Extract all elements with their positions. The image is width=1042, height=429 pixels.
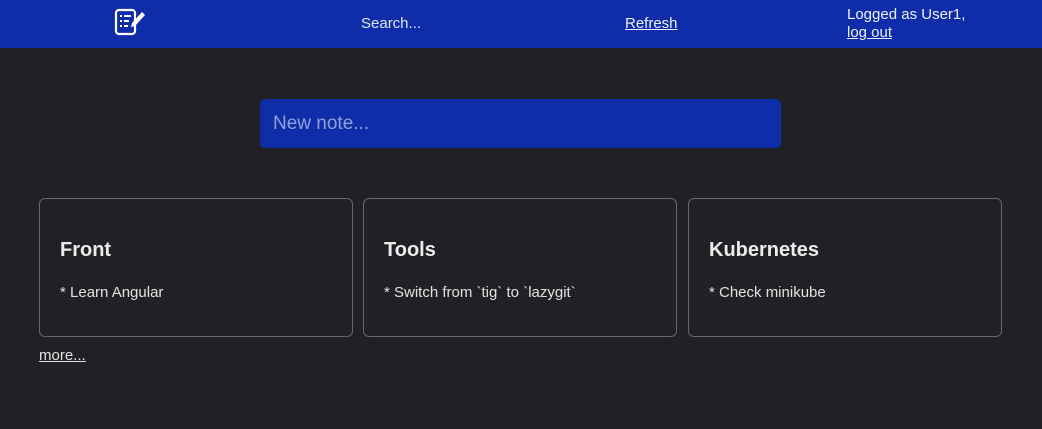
note-card[interactable]: Tools * Switch from `tig` to `lazygit` [363, 198, 677, 337]
search-field[interactable]: Search... [361, 15, 421, 32]
new-note-input[interactable] [260, 99, 781, 148]
note-card[interactable]: Front * Learn Angular [39, 198, 353, 337]
note-body: * Learn Angular [60, 284, 164, 301]
note-title: Front [60, 239, 112, 261]
note-body: * Check minikube [709, 284, 826, 301]
user-info: Logged as User1, log out [847, 6, 965, 42]
top-navbar: Search... Refresh Logged as User1, log o… [0, 0, 1042, 48]
note-title: Tools [384, 239, 436, 261]
refresh-link[interactable]: Refresh [625, 15, 678, 32]
logged-user-text: Logged as User1, [847, 6, 966, 23]
note-title: Kubernetes [709, 239, 820, 261]
note-edit-icon[interactable] [113, 8, 147, 38]
note-body: * Switch from `tig` to `lazygit` [384, 284, 576, 301]
logout-link[interactable]: log out [847, 24, 965, 42]
note-card[interactable]: Kubernetes * Check minikube [688, 198, 1002, 337]
more-link[interactable]: more... [39, 347, 86, 364]
